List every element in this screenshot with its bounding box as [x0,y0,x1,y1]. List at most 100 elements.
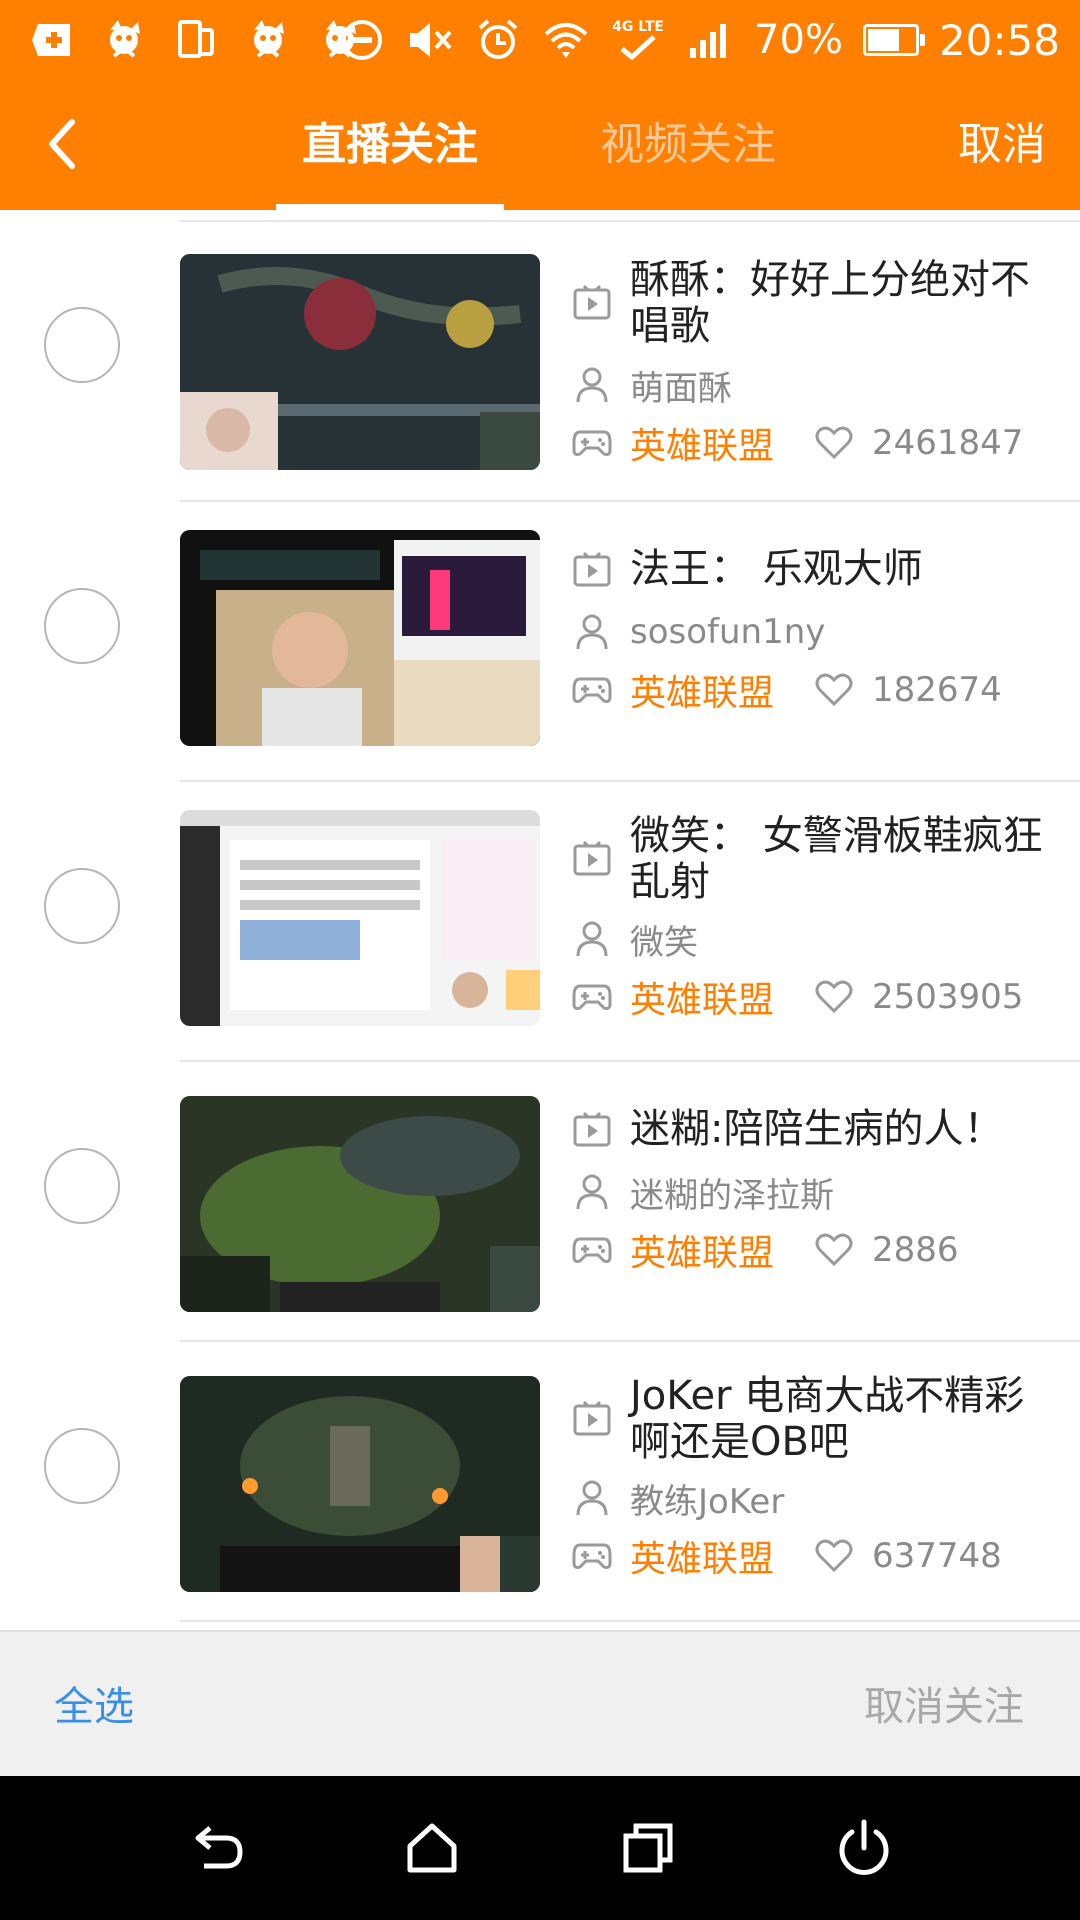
likes: 182674 [814,670,1002,710]
tab-video-follows[interactable]: 视频关注 [600,110,776,180]
battery-level [867,29,899,51]
unfollow-button[interactable]: 取消关注 [864,1674,1024,1732]
like-count: 637748 [872,1536,1002,1576]
live-tv-icon [572,283,612,323]
person-icon [572,1172,612,1212]
stream-thumbnail[interactable] [180,254,540,470]
nav-home-button[interactable] [392,1808,472,1888]
tab-live-follows[interactable]: 直播关注 [302,110,478,180]
like-count: 2503905 [872,977,1024,1017]
list-item[interactable]: 法王： 乐观大师 sosofun1ny 英雄联盟 182674 [0,502,1080,782]
streamer-row: 萌面酥 [572,360,1062,410]
lte-signal-icon: 4G LTE [610,16,666,64]
streamer-name: 萌面酥 [630,368,732,409]
hospital-cross-icon [28,16,76,64]
likes: 2886 [814,1230,959,1270]
like-count: 2461847 [872,423,1024,463]
select-all-button[interactable]: 全选 [54,1674,134,1732]
select-radio[interactable] [44,1148,120,1224]
stream-title: JoKer 电商大战不精彩啊还是OB吧 [630,1373,1025,1465]
heart-icon [814,670,854,710]
heart-icon [814,1230,854,1270]
do-not-disturb-icon [338,16,386,64]
streamer-name: sosofun1ny [630,612,826,652]
streamer-name: 迷糊的泽拉斯 [630,1175,834,1216]
follow-list[interactable]: 酥酥：好好上分绝对不唱歌 萌面酥 英雄联盟 2461847 法王： 乐观大师 s… [0,210,1080,1630]
live-tv-icon [572,550,612,590]
live-tv-icon [572,1399,612,1439]
gamepad-icon [572,1536,612,1576]
stream-thumbnail[interactable] [180,810,540,1026]
stats-row: 英雄联盟 2503905 [572,972,1062,1022]
game-category: 英雄联盟 [630,980,775,1021]
network-label: 4G LTE [612,19,664,35]
likes: 2503905 [814,977,1023,1017]
select-radio[interactable] [44,588,120,664]
phone-tablet-icon [172,16,220,64]
status-bar: 4G LTE 70% 20:58 [0,0,1080,80]
select-radio[interactable] [44,307,120,383]
likes: 2461847 [814,423,1023,463]
back-icon [195,1826,243,1869]
game-category: 英雄联盟 [630,673,775,714]
gamepad-icon [572,977,612,1017]
gamepad-icon [572,423,612,463]
live-tv-icon [572,839,612,879]
home-icon [407,1823,457,1873]
game-category: 英雄联盟 [630,426,775,467]
stats-row: 英雄联盟 2461847 [572,418,1062,468]
game-category: 英雄联盟 [630,1233,775,1274]
likes: 637748 [814,1536,1002,1576]
heart-icon [814,423,854,463]
list-divider [180,1620,1080,1622]
battery-percent: 70% [754,17,843,63]
list-item[interactable]: 酥酥：好好上分绝对不唱歌 萌面酥 英雄联盟 2461847 [0,222,1080,502]
stream-thumbnail[interactable] [180,530,540,746]
app-header: 直播关注 视频关注 取消 [0,80,1080,210]
streamer-row: 微笑 [572,914,1062,964]
streamer-name: 教练JoKer [630,1481,785,1522]
cell-signal-icon [686,16,734,64]
gamepad-icon [572,1230,612,1270]
select-radio[interactable] [44,1428,120,1504]
stream-title: 迷糊:陪陪生病的人！ [630,1106,1004,1152]
cancel-button[interactable]: 取消 [958,110,1046,180]
action-bar: 全选 取消关注 [0,1630,1080,1776]
streamer-row: sosofun1ny [572,607,1062,657]
status-time: 20:58 [938,15,1060,65]
stream-thumbnail[interactable] [180,1096,540,1312]
person-icon [572,365,612,405]
list-item[interactable]: 微笑： 女警滑板鞋疯狂乱射 微笑 英雄联盟 2503905 [0,782,1080,1062]
alarm-clock-icon [474,16,522,64]
heart-icon [814,977,854,1017]
status-bar-notifications [28,14,364,66]
person-icon [572,919,612,959]
streamer-row: 教练JoKer [572,1473,1062,1523]
like-count: 2886 [872,1230,959,1270]
nav-power-button[interactable] [824,1808,904,1888]
like-count: 182674 [872,670,1002,710]
back-button[interactable] [30,112,94,176]
select-radio[interactable] [44,868,120,944]
status-bar-system: 4G LTE 70% 20:58 [338,10,1060,70]
volume-mute-icon [406,16,454,64]
stats-row: 英雄联盟 182674 [572,665,1062,715]
power-icon [839,1819,889,1875]
stream-title: 酥酥：好好上分绝对不唱歌 [630,257,1030,349]
chevron-left-icon [49,119,75,169]
navigation-bar [0,1776,1080,1920]
nav-recents-button[interactable] [608,1808,688,1888]
streamer-name: 微笑 [630,922,698,963]
live-tv-icon [572,1110,612,1150]
mascot-icon [100,16,148,64]
gamepad-icon [572,670,612,710]
nav-back-button[interactable] [176,1808,256,1888]
recents-icon [623,1823,673,1873]
game-category: 英雄联盟 [630,1539,775,1580]
heart-icon [814,1536,854,1576]
person-icon [572,612,612,652]
list-item[interactable]: JoKer 电商大战不精彩啊还是OB吧 教练JoKer 英雄联盟 637748 [0,1342,1080,1622]
wifi-icon [542,16,590,64]
stream-thumbnail[interactable] [180,1376,540,1592]
list-item[interactable]: 迷糊:陪陪生病的人！ 迷糊的泽拉斯 英雄联盟 2886 [0,1062,1080,1342]
